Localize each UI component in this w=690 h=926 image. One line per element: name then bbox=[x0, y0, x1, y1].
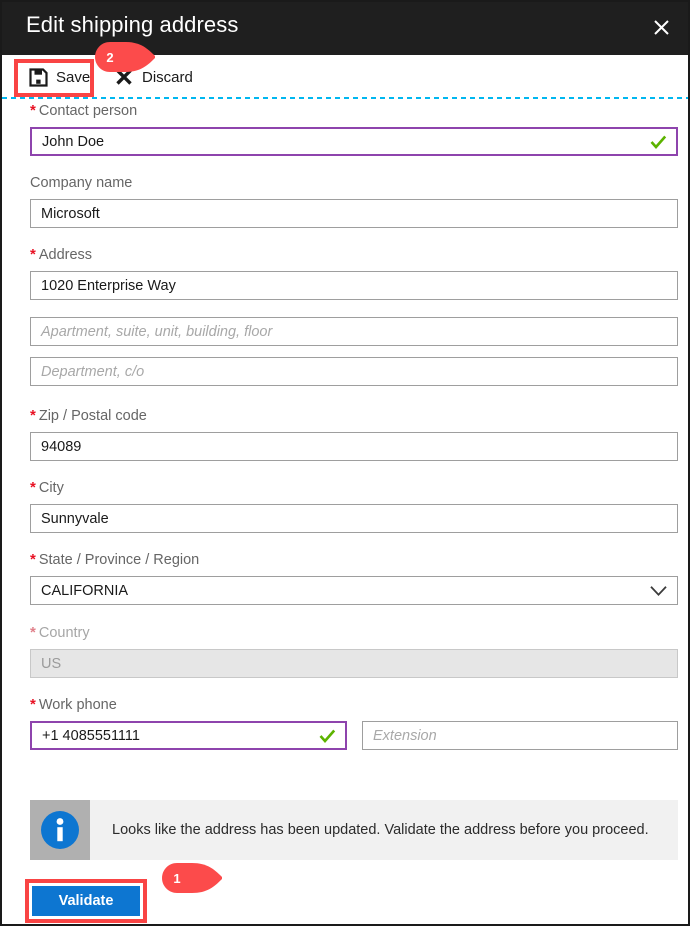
save-button[interactable]: Save bbox=[24, 61, 94, 93]
discard-button[interactable]: Discard bbox=[110, 61, 197, 93]
input-value: Sunnyvale bbox=[41, 510, 109, 527]
country-input: US bbox=[30, 649, 678, 678]
info-message-bar: Looks like the address has been updated.… bbox=[30, 800, 678, 860]
save-button-label: Save bbox=[56, 69, 91, 86]
required-asterisk: * bbox=[30, 246, 36, 263]
extension-input[interactable]: Extension bbox=[362, 721, 678, 750]
field-state-province-region: * State / Province / Region CALIFORNIA bbox=[30, 552, 678, 605]
city-input[interactable]: Sunnyvale bbox=[30, 504, 678, 533]
edit-shipping-address-dialog: Edit shipping address Save Discard * Con… bbox=[0, 0, 690, 926]
field-city: * City Sunnyvale bbox=[30, 480, 678, 533]
x-cross-icon bbox=[114, 67, 134, 87]
input-value: John Doe bbox=[42, 133, 105, 150]
field-extension: Extension bbox=[362, 697, 678, 750]
field-label: * Contact person bbox=[30, 102, 138, 120]
field-country: * Country US bbox=[30, 625, 678, 678]
company-name-input[interactable]: Microsoft bbox=[30, 199, 678, 228]
dialog-titlebar: Edit shipping address bbox=[2, 2, 688, 55]
required-asterisk: * bbox=[30, 551, 36, 568]
input-value: 1020 Enterprise Way bbox=[41, 277, 176, 294]
required-asterisk: * bbox=[30, 624, 36, 641]
valid-check-icon bbox=[319, 728, 336, 743]
validate-button-label: Validate bbox=[58, 893, 114, 909]
info-circle-icon bbox=[41, 811, 79, 849]
validate-button[interactable]: Validate bbox=[32, 886, 140, 916]
field-label: * City bbox=[30, 479, 64, 497]
required-asterisk: * bbox=[30, 102, 36, 119]
field-address-line3: Department, c/o bbox=[30, 357, 678, 386]
input-value: 94089 bbox=[41, 438, 82, 455]
save-floppy-icon bbox=[28, 67, 48, 87]
select-value: CALIFORNIA bbox=[41, 582, 129, 599]
input-placeholder: Extension bbox=[373, 727, 437, 744]
required-asterisk: * bbox=[30, 696, 36, 713]
address-input[interactable]: 1020 Enterprise Way bbox=[30, 271, 678, 300]
field-label: * Zip / Postal code bbox=[30, 407, 147, 425]
input-value: Microsoft bbox=[41, 205, 100, 222]
work-phone-input[interactable]: +1 4085551111 bbox=[30, 721, 347, 750]
input-placeholder: Apartment, suite, unit, building, floor bbox=[41, 323, 273, 340]
field-label: * State / Province / Region bbox=[30, 551, 200, 569]
page-title: Edit shipping address bbox=[26, 12, 239, 37]
field-label: * Work phone bbox=[30, 696, 117, 714]
discard-button-label: Discard bbox=[142, 69, 193, 86]
callout-teardrop-icon bbox=[162, 863, 222, 893]
info-icon-container bbox=[30, 800, 90, 860]
callout-number: 1 bbox=[173, 870, 181, 886]
close-icon bbox=[653, 19, 669, 35]
callout-marker-1: 1 bbox=[162, 863, 224, 893]
command-toolbar: Save Discard bbox=[2, 55, 688, 99]
field-label: * Address bbox=[30, 246, 93, 264]
required-asterisk: * bbox=[30, 407, 36, 424]
field-address-line2: Apartment, suite, unit, building, floor bbox=[30, 317, 678, 346]
field-work-phone: * Work phone +1 4085551111 bbox=[30, 697, 347, 750]
zip-postal-code-input[interactable]: 94089 bbox=[30, 432, 678, 461]
field-address: * Address 1020 Enterprise Way bbox=[30, 247, 678, 300]
required-asterisk: * bbox=[30, 479, 36, 496]
valid-check-icon bbox=[650, 134, 667, 149]
contact-person-input[interactable]: John Doe bbox=[30, 127, 678, 156]
chevron-down-icon bbox=[650, 585, 667, 596]
address-line2-input[interactable]: Apartment, suite, unit, building, floor bbox=[30, 317, 678, 346]
input-value: +1 4085551111 bbox=[42, 727, 140, 744]
address-line3-input[interactable]: Department, c/o bbox=[30, 357, 678, 386]
field-label: Company name bbox=[30, 175, 133, 191]
info-message-text: Looks like the address has been updated.… bbox=[112, 822, 649, 838]
field-contact-person: * Contact person John Doe bbox=[30, 103, 678, 156]
field-company-name: Company name Microsoft bbox=[30, 175, 678, 228]
input-placeholder: Department, c/o bbox=[41, 363, 145, 380]
input-value: US bbox=[41, 655, 62, 672]
field-label bbox=[362, 697, 678, 713]
close-button[interactable] bbox=[642, 8, 680, 46]
toolbar-divider bbox=[2, 97, 688, 99]
field-zip-postal-code: * Zip / Postal code 94089 bbox=[30, 408, 678, 461]
field-label: * Country bbox=[30, 624, 90, 642]
state-province-region-select[interactable]: CALIFORNIA bbox=[30, 576, 678, 605]
